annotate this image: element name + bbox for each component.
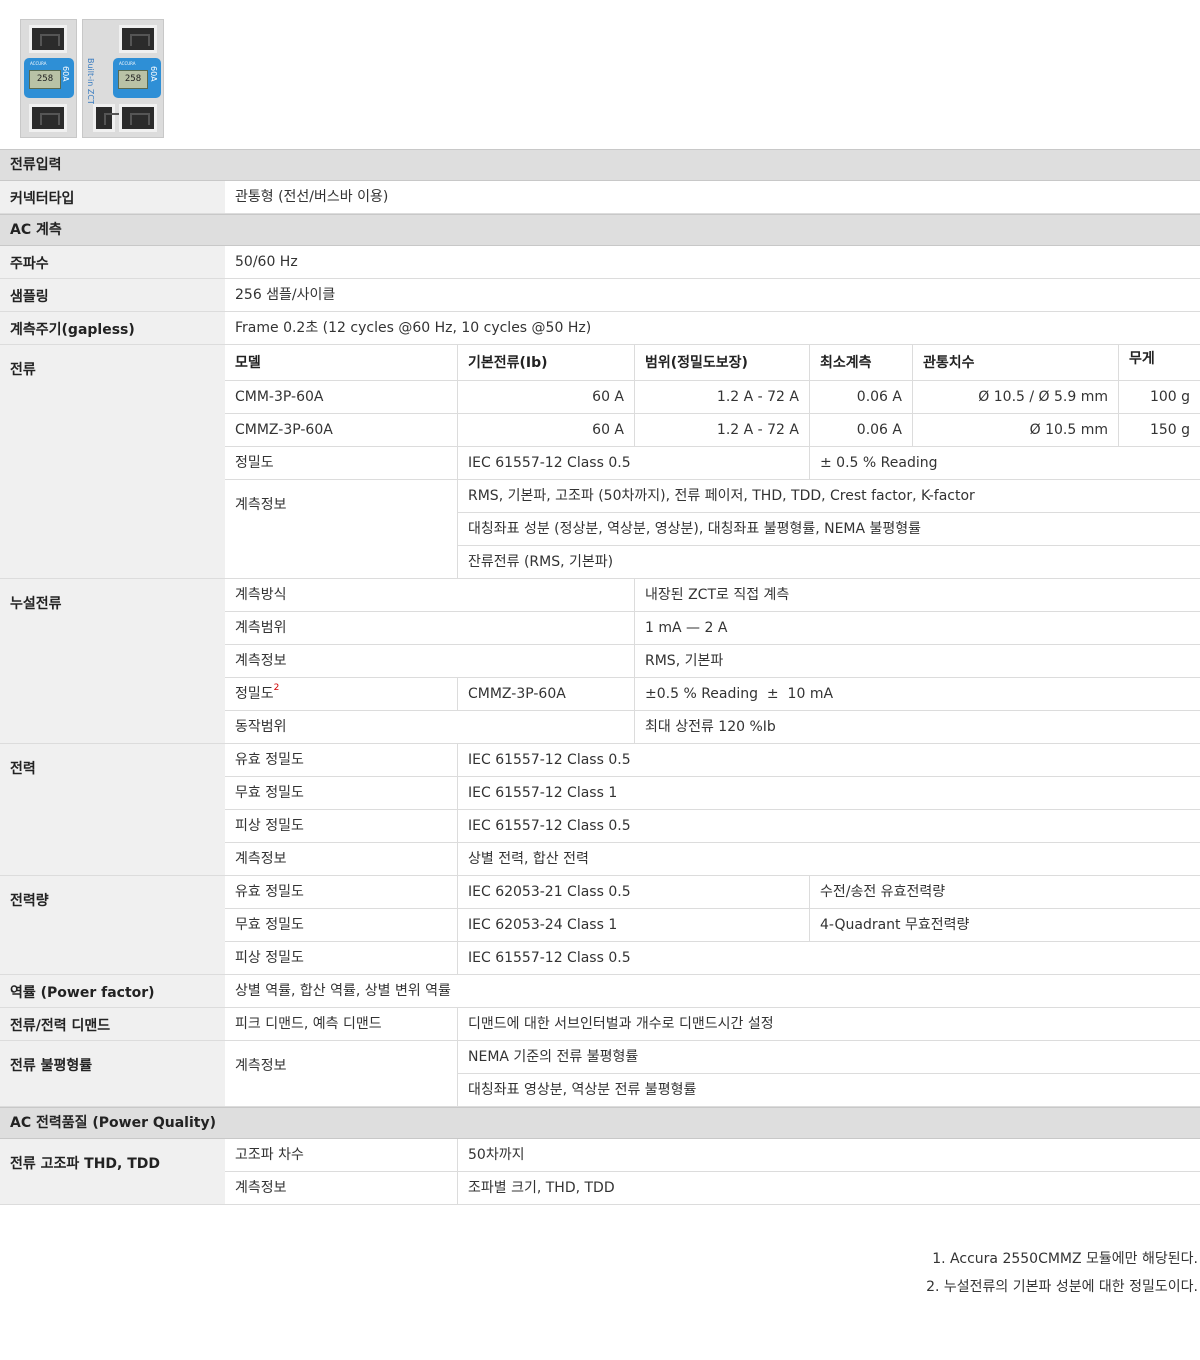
module-display-panel: ACCURA 258 60A — [113, 58, 161, 98]
lcd-display: 258 — [29, 70, 61, 89]
lcd-display: 258 — [118, 70, 148, 89]
row-demand: 전류/전력 디맨드 피크 디맨드, 예측 디맨드 디맨드에 대한 서브인터벌과 개… — [0, 1008, 1200, 1041]
footnotes: 1. Accura 2550CMMZ 모듈에만 해당된다. 2. 누설전류의 기… — [926, 1245, 1198, 1301]
rj45-port-icon — [29, 104, 67, 132]
row-sampling: 샘플링 256 샘플/사이클 — [0, 279, 1200, 312]
product-image-cmm: ACCURA 258 60A — [20, 19, 77, 138]
row-current: 전류 모델 기본전류(Ib) 범위(정밀도보장) 최소계측 관통치수 무게 CM… — [0, 345, 1200, 579]
footnote: 2. 누설전류의 기본파 성분에 대한 정밀도이다. — [926, 1279, 1198, 1295]
rj45-port-icon — [119, 25, 157, 53]
row-leakage: 누설전류 계측방식 내장된 ZCT로 직접 계측 계측범위 1 mA — 2 A 계… — [0, 579, 1200, 744]
spec-table: 전류입력 커넥터타입 관통형 (전선/버스바 이용) AC 계측 주파수 50/… — [0, 149, 1200, 1205]
row-energy: 전력량 유효 정밀도 IEC 62053-21 Class 0.5 수전/송전 유효… — [0, 876, 1200, 975]
footnote: 1. Accura 2550CMMZ 모듈에만 해당된다. — [932, 1251, 1198, 1267]
row-frequency: 주파수 50/60 Hz — [0, 246, 1200, 279]
rj45-port-icon — [119, 104, 157, 132]
table-row: CMM-3P-60A 60 A 1.2 A - 72 A 0.06 A Ø 10… — [225, 381, 1200, 414]
product-image-cmmz: Built-in ZCT ACCURA 258 60A — [82, 19, 164, 138]
rating-label: 60A — [149, 66, 158, 82]
module-display-panel: ACCURA 258 60A — [24, 58, 74, 98]
current-info-block: 계측정보 RMS, 기본파, 고조파 (50차까지), 전류 페이저, THD,… — [225, 480, 1200, 579]
built-in-zct-label: Built-in ZCT — [86, 58, 95, 105]
row-power: 전력 유효 정밀도 IEC 61557-12 Class 0.5 무효 정밀도 IE… — [0, 744, 1200, 876]
row-thd: 전류 고조파 THD, TDD 고조파 차수 50차까지 계측정보 조파별 크기, … — [0, 1139, 1200, 1205]
table-row: CMMZ-3P-60A 60 A 1.2 A - 72 A 0.06 A Ø 1… — [225, 414, 1200, 447]
rating-label: 60A — [61, 66, 70, 82]
section-ac-measure: AC 계측 — [0, 214, 1200, 246]
zct-connector-icon — [93, 104, 124, 132]
section-power-quality: AC 전력품질 (Power Quality) — [0, 1107, 1200, 1139]
current-accuracy-row: 정밀도 IEC 61557-12 Class 0.5 ± 0.5 % Readi… — [225, 447, 1200, 480]
current-table-header: 모델 기본전류(Ib) 범위(정밀도보장) 최소계측 관통치수 무게 — [225, 345, 1200, 381]
section-current-input: 전류입력 — [0, 149, 1200, 181]
row-connector: 커넥터타입 관통형 (전선/버스바 이용) — [0, 181, 1200, 214]
row-unbalance: 전류 불평형률 계측정보 NEMA 기준의 전류 불평형률 대칭좌표 영상분, … — [0, 1041, 1200, 1107]
row-power-factor: 역률 (Power factor) 상별 역률, 합산 역률, 상별 변위 역률 — [0, 975, 1200, 1008]
row-period: 계측주기(gapless) Frame 0.2초 (12 cycles @60 … — [0, 312, 1200, 345]
footnote-ref: 2 — [273, 683, 280, 693]
rj45-port-icon — [29, 25, 67, 53]
